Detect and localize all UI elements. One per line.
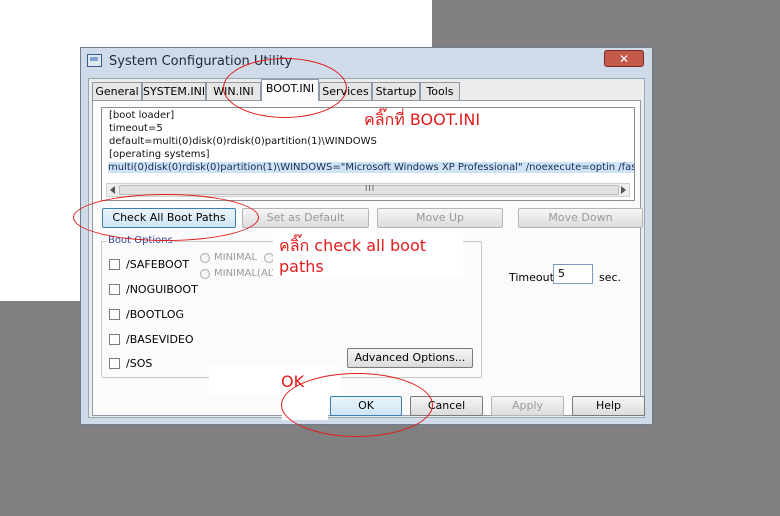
annotation-circle-check-all (73, 194, 259, 241)
move-down-button[interactable]: Move Down (518, 208, 643, 228)
move-up-button[interactable]: Move Up (377, 208, 503, 228)
basevideo-checkbox[interactable] (109, 334, 120, 345)
set-as-default-button[interactable]: Set as Default (242, 208, 369, 228)
tab-system-ini[interactable]: SYSTEM.INI (142, 82, 206, 100)
sos-checkbox[interactable] (109, 358, 120, 369)
ini-line-selected[interactable]: multi(0)disk(0)rdisk(0)partition(1)\WIND… (108, 162, 634, 173)
basevideo-label: /BASEVIDEO (126, 333, 194, 346)
scroll-left-arrow-icon[interactable] (110, 186, 115, 194)
annotation-click-check-all: คลิ๊ก check all boot (279, 236, 426, 255)
minimal-alternate-radio[interactable] (200, 269, 210, 279)
close-button[interactable]: ✕ (604, 50, 644, 67)
tab-startup[interactable]: Startup (372, 82, 420, 100)
timeout-input[interactable]: 5 (553, 264, 593, 284)
ini-line: timeout=5 (109, 123, 163, 134)
title-bar[interactable]: System Configuration Utility ✕ (81, 48, 652, 74)
safeboot-label: /SAFEBOOT (126, 258, 190, 271)
advanced-options-button[interactable]: Advanced Options... (347, 348, 473, 368)
apply-button[interactable]: Apply (491, 396, 564, 416)
annotation-click-check-all-paths: paths (279, 257, 324, 276)
minimal-radio[interactable] (200, 253, 210, 263)
ini-line: [boot loader] (109, 110, 175, 121)
noguiboot-label: /NOGUIBOOT (126, 283, 198, 296)
help-button[interactable]: Help (572, 396, 645, 416)
scroll-grip: III (365, 184, 376, 193)
minimal-label: MINIMAL (214, 252, 258, 263)
bootlog-checkbox[interactable] (109, 309, 120, 320)
sos-label: /SOS (126, 357, 153, 370)
tab-boot-ini[interactable]: BOOT.INI (261, 79, 319, 101)
timeout-label: Timeout: (509, 271, 558, 284)
timeout-unit-label: sec. (599, 271, 622, 284)
scroll-thumb[interactable]: III (119, 184, 619, 195)
tab-general[interactable]: General (92, 82, 142, 100)
ini-line: default=multi(0)disk(0)rdisk(0)partition… (109, 136, 377, 147)
msconfig-app-icon (87, 54, 102, 67)
bootlog-label: /BOOTLOG (126, 308, 185, 321)
noguiboot-checkbox[interactable] (109, 284, 120, 295)
safeboot-checkbox[interactable] (109, 259, 120, 270)
ini-line: [operating systems] (109, 149, 210, 160)
annotation-click-bootini: คลิ๊กที่ BOOT.INI (364, 110, 481, 129)
tab-tools[interactable]: Tools (420, 82, 460, 100)
annotation-circle-ok (281, 373, 433, 437)
scroll-right-arrow-icon[interactable] (621, 186, 626, 194)
